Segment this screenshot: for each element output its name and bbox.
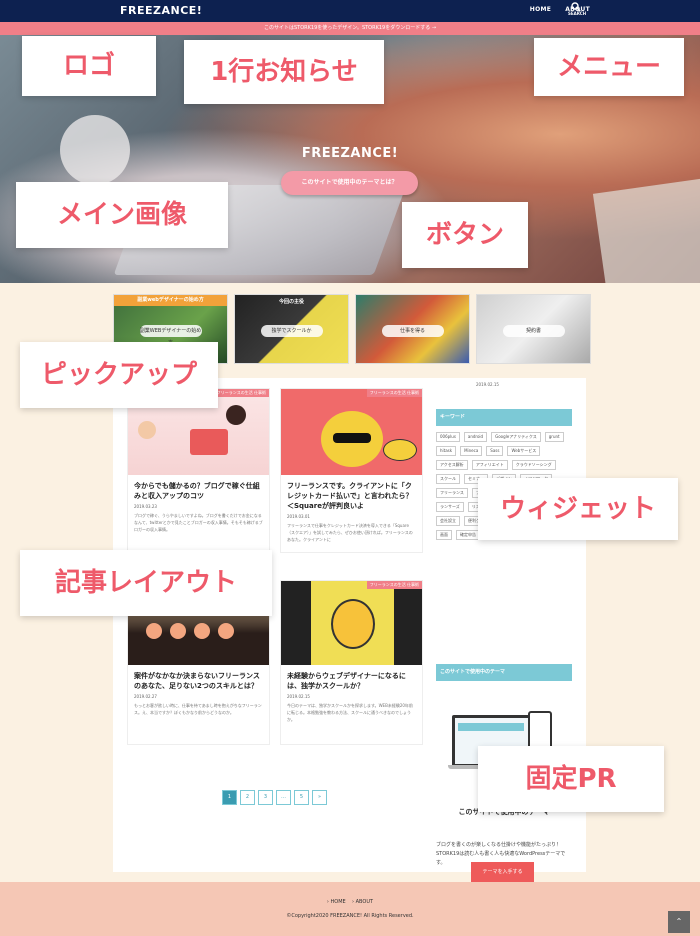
article-date: 2019.02.27 <box>134 694 157 699</box>
article-category[interactable]: フリーランスの生活 仕事術 <box>366 389 422 397</box>
pickup-label: 副業WEBデザイナーの始め方 <box>139 325 202 346</box>
article-title[interactable]: 案件がなかなか決まらないフリーランスのあなた、足りない2つのスキルとは？ <box>134 671 263 691</box>
pickup-caption: 今回の主役 <box>278 299 304 305</box>
site-header: FREEZANCE! HOME ABOUT SEARCH <box>0 0 700 22</box>
hero-book-shape <box>592 177 700 283</box>
article-excerpt: ブログで稼ぐ、うらやましいですよね。ブログを書くだけでお金になるなんて、twit… <box>134 513 263 532</box>
keyword-widget-title: キーワード <box>436 409 572 426</box>
nav-home[interactable]: HOME <box>530 6 551 13</box>
pickup-item[interactable]: 今回の主役 独学でスクールか <box>234 294 349 364</box>
tag-chip[interactable]: Mineca <box>460 446 483 456</box>
notice-bar[interactable]: このサイトはSTORK19を使ったデザイン。STORK19をダウンロードする → <box>0 22 700 35</box>
tag-chip[interactable]: 会社設立 <box>436 516 460 526</box>
pickup-label: 仕事を得る <box>381 325 444 337</box>
chevron-up-icon: ⌃ <box>675 917 683 926</box>
tag-chip[interactable]: grunt <box>544 432 564 442</box>
annotation-menu: メニュー <box>534 38 684 96</box>
article-date: 2019.03.01 <box>287 514 310 519</box>
page-1[interactable]: 1 <box>222 790 237 805</box>
page-ellipsis: … <box>276 790 291 805</box>
annotation-fixed-pr: 固定PR <box>478 746 664 812</box>
tag-chip[interactable]: android <box>463 432 488 442</box>
page-next[interactable]: » <box>312 790 327 805</box>
search-label: SEARCH <box>568 11 587 16</box>
annotation-logo: ロゴ <box>22 36 156 96</box>
article-excerpt: もっとお客が欲しい時に、仕事を待てあまし時を抱えがちなフリーランス。え、本当です… <box>134 703 262 715</box>
article-card[interactable]: フリーランスの生活 仕事術 未経験からウェブデザイナーになるには、独学かスクール… <box>280 580 423 745</box>
tag-chip[interactable]: フリーランス <box>436 488 468 498</box>
pagination: 1 2 3 … 5 » <box>222 790 327 805</box>
pickup-caption: 副業webデザイナーの始め方 <box>114 295 227 306</box>
annotation-notice: 1行お知らせ <box>184 40 384 104</box>
article-date: 2019.03.23 <box>134 504 157 509</box>
article-date: 2019.02.15 <box>287 694 310 699</box>
tag-chip[interactable]: スクール <box>436 474 460 484</box>
page-3[interactable]: 3 <box>258 790 273 805</box>
footer-link-home[interactable]: › HOME <box>327 899 346 905</box>
search-button[interactable]: SEARCH <box>568 2 587 20</box>
tag-chip[interactable]: ランサーズ <box>436 502 464 512</box>
pickup-item[interactable]: 契約書 <box>476 294 591 364</box>
page-5[interactable]: 5 <box>294 790 309 805</box>
tag-chip[interactable]: アクセス解析 <box>436 460 468 470</box>
footer-link-about-label: ABOUT <box>355 899 374 905</box>
annotation-pickup: ピックアップ <box>20 342 218 408</box>
article-thumbnail: フリーランスの生活 仕事術 <box>281 581 422 665</box>
article-title[interactable]: 今からでも儲かるの？ブログで稼ぐ仕組みと収入アップのコツ <box>134 481 263 501</box>
article-title[interactable]: 未経験からウェブデザイナーになるには、独学かスクールか？ <box>287 671 416 691</box>
recent-date: 2019.02.15 <box>476 382 499 387</box>
pickup-label: 独学でスクールか <box>260 325 323 337</box>
tag-chip[interactable]: 画面 <box>436 530 452 540</box>
pickup-item[interactable]: 仕事を得る <box>355 294 470 364</box>
article-category[interactable]: フリーランスの生活 仕事術 <box>213 389 269 397</box>
article-card[interactable]: フリーランスの生活 仕事術 今からでも儲かるの？ブログで稼ぐ仕組みと収入アップの… <box>127 388 270 553</box>
footer-links: › HOME › ABOUT <box>0 899 700 905</box>
annotation-article-layout: 記事レイアウト <box>20 550 272 616</box>
back-to-top-button[interactable]: ⌃ <box>668 911 690 933</box>
pickup-label: 契約書 <box>502 325 565 337</box>
tag-chip[interactable]: 006plus <box>436 432 460 442</box>
tag-chip[interactable]: アフィリエイト <box>471 460 508 470</box>
article-card[interactable]: フリーランスの生活 仕事術 フリーランスです。クライアントに「クレジットカード払… <box>280 388 423 553</box>
footer-link-home-label: HOME <box>330 899 346 905</box>
article-excerpt: フリーランスで仕事をクレジットカード決済を導入できる「Square（スクエア）」… <box>287 523 413 542</box>
annotation-button: ボタン <box>402 202 528 268</box>
pr-widget-title: このサイトで使用中のテーマ <box>436 664 572 681</box>
tag-chip[interactable]: 確定申告 <box>456 530 480 540</box>
site-logo[interactable]: FREEZANCE! <box>120 4 202 17</box>
footer-link-about[interactable]: › ABOUT <box>352 899 373 905</box>
tag-chip[interactable]: クラウドソーシング <box>511 460 556 470</box>
page-2[interactable]: 2 <box>240 790 255 805</box>
tag-chip[interactable]: Googleアナリティクス <box>491 432 541 442</box>
article-excerpt: 今日のテーマは、独学かスクールかを探求します。WEB未経験20年前に転じる。本格… <box>287 703 413 722</box>
tag-chip[interactable]: Webサービス <box>507 446 541 456</box>
annotation-widget: ウィジェット <box>478 478 678 540</box>
site-footer <box>0 882 700 936</box>
tag-chip[interactable]: hitask <box>436 446 457 456</box>
hero-button[interactable]: このサイトで使用中のテーマとは？ <box>281 171 418 195</box>
article-thumbnail: フリーランスの生活 仕事術 <box>281 389 422 475</box>
article-title[interactable]: フリーランスです。クライアントに「クレジットカード払いで」と言われたら？＜Squ… <box>287 481 416 511</box>
annotation-main-image: メイン画像 <box>16 182 228 248</box>
article-category[interactable]: フリーランスの生活 仕事術 <box>366 581 422 589</box>
tag-chip[interactable]: Sass <box>486 446 504 456</box>
pr-button[interactable]: テーマを入手する <box>471 862 534 882</box>
hero-title: FREEZANCE! <box>301 146 399 161</box>
copyright: ©Copyright2020 FREEZANCE! All Rights Res… <box>286 913 414 919</box>
